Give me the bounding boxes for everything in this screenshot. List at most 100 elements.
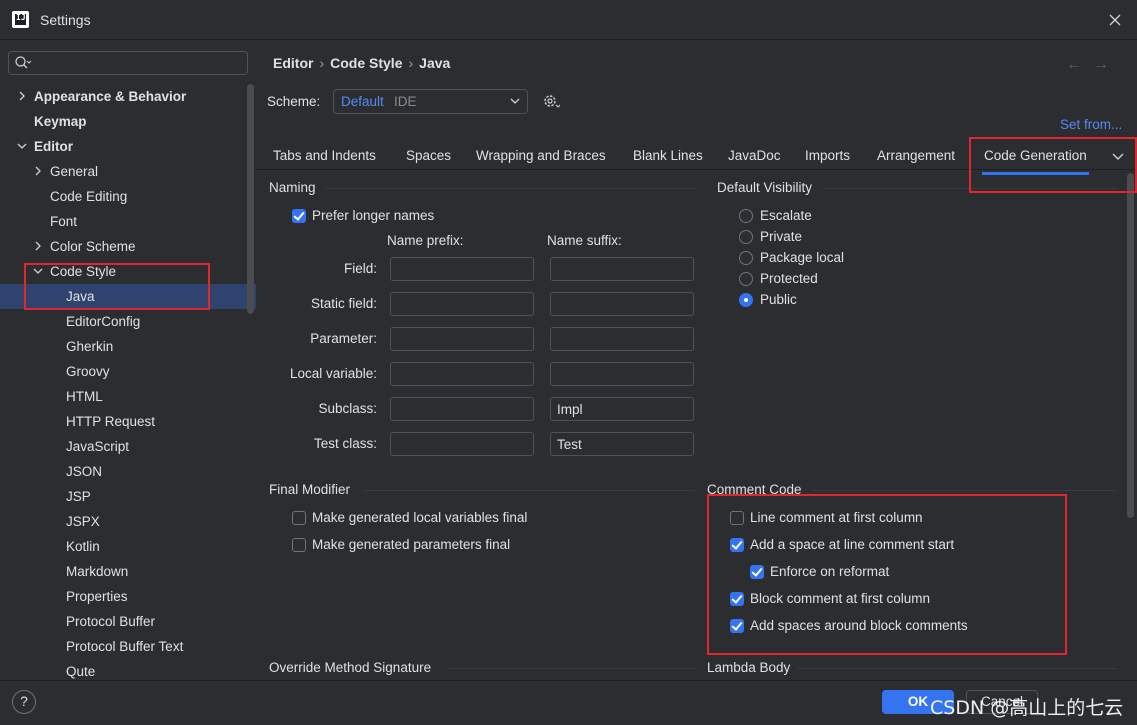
parameter-suffix-input[interactable] [550, 327, 694, 351]
field-suffix-input[interactable] [550, 257, 694, 281]
sidebar-item-code-editing[interactable]: Code Editing [0, 184, 256, 209]
sidebar-item-jspx[interactable]: JSPX [0, 509, 256, 534]
breadcrumb-separator: › [408, 55, 414, 71]
chevron-right-icon[interactable] [33, 166, 43, 176]
static-field-prefix-input[interactable] [390, 292, 534, 316]
test-class-label: Test class: [313, 436, 377, 451]
subclass-prefix-input[interactable] [390, 397, 534, 421]
breadcrumb-item[interactable]: Editor [273, 55, 313, 71]
sidebar-item-appearance-behavior[interactable]: Appearance & Behavior [0, 84, 256, 109]
back-arrow-icon[interactable]: ← [1066, 56, 1082, 74]
sidebar-scrollbar[interactable] [247, 84, 254, 314]
radio-circle [739, 209, 753, 223]
help-button[interactable]: ? [12, 690, 36, 714]
subclass-suffix-input[interactable] [550, 397, 694, 421]
override-method-signature-title: Override Method Signature [269, 660, 432, 675]
sidebar-item-markdown[interactable]: Markdown [0, 559, 256, 584]
chevron-down-icon [510, 98, 520, 104]
radio-label: Public [760, 292, 797, 307]
sidebar-item-jsp[interactable]: JSP [0, 484, 256, 509]
sidebar-item-label: Properties [66, 589, 128, 604]
sidebar-item-label: Groovy [66, 364, 110, 379]
sidebar-item-http-request[interactable]: HTTP Request [0, 409, 256, 434]
sidebar-item-label: JSON [66, 464, 103, 479]
tab-blank-lines[interactable]: Blank Lines [633, 148, 703, 163]
name-prefix-header: Name prefix: [387, 233, 464, 248]
sidebar-item-label: Kotlin [66, 539, 100, 554]
tab-arrangement[interactable]: Arrangement [877, 148, 955, 163]
checkbox-box [292, 209, 306, 223]
watermark-text: CSDN @高山上的七云 [930, 697, 1124, 719]
highlight-box-code-generation [969, 137, 1137, 193]
sidebar-item-gherkin[interactable]: Gherkin [0, 334, 256, 359]
chevron-down-icon[interactable] [17, 141, 27, 151]
sidebar-item-label: Gherkin [66, 339, 114, 354]
tab-spaces[interactable]: Spaces [406, 148, 451, 163]
tab-javadoc[interactable]: JavaDoc [728, 148, 781, 163]
scheme-dropdown[interactable]: Default IDE [333, 89, 528, 114]
tab-wrapping-and-braces[interactable]: Wrapping and Braces [476, 148, 606, 163]
sidebar-item-protocol-buffer[interactable]: Protocol Buffer [0, 609, 256, 634]
sidebar-item-json[interactable]: JSON [0, 459, 256, 484]
default-visibility-title: Default Visibility [717, 180, 813, 195]
sidebar-item-label: JavaScript [66, 439, 130, 454]
sidebar-item-properties[interactable]: Properties [0, 584, 256, 609]
sidebar-item-javascript[interactable]: JavaScript [0, 434, 256, 459]
sidebar-item-keymap[interactable]: Keymap [0, 109, 256, 134]
local-variable-prefix-input[interactable] [390, 362, 534, 386]
parameter-prefix-input[interactable] [390, 327, 534, 351]
sidebar-item-label: HTTP Request [66, 414, 156, 429]
local-variable-suffix-input[interactable] [550, 362, 694, 386]
sidebar-item-label: Editor [34, 139, 73, 154]
test-class-prefix-input[interactable] [390, 432, 534, 456]
content-scrollbar[interactable] [1127, 173, 1134, 518]
static-field-label: Static field: [310, 296, 377, 311]
scheme-actions-button[interactable] [541, 92, 561, 113]
radio-circle [739, 272, 753, 286]
settings-search-input[interactable] [8, 51, 248, 75]
sidebar-item-groovy[interactable]: Groovy [0, 359, 256, 384]
sidebar-item-label: General [50, 164, 99, 179]
highlight-box-comment-code [707, 494, 1067, 655]
field-prefix-input[interactable] [390, 257, 534, 281]
radio-circle [739, 230, 753, 244]
checkbox-label: Make generated local variables final [312, 510, 528, 525]
close-button[interactable] [1103, 8, 1127, 32]
tab-imports[interactable]: Imports [805, 148, 850, 163]
radio-circle [739, 251, 753, 265]
set-from-link[interactable]: Set from... [1060, 117, 1122, 132]
scheme-label: Scheme: [267, 94, 321, 109]
sidebar-item-editorconfig[interactable]: EditorConfig [0, 309, 256, 334]
sidebar-item-color-scheme[interactable]: Color Scheme [0, 234, 256, 259]
sidebar-item-label: Appearance & Behavior [34, 89, 187, 104]
radio-label: Package local [760, 250, 845, 265]
sidebar-item-protocol-buffer-text[interactable]: Protocol Buffer Text [0, 634, 256, 659]
sidebar-item-html[interactable]: HTML [0, 384, 256, 409]
scheme-type: IDE [394, 94, 417, 109]
divider [812, 490, 1118, 491]
static-field-suffix-input[interactable] [550, 292, 694, 316]
sidebar-item-label: JSP [66, 489, 91, 504]
scheme-name: Default [341, 94, 384, 109]
divider [798, 668, 1118, 669]
sidebar-item-label: Code Editing [50, 189, 128, 204]
chevron-right-icon[interactable] [17, 91, 27, 101]
search-icon [15, 56, 32, 69]
tab-tabs-and-indents[interactable]: Tabs and Indents [273, 148, 376, 163]
name-suffix-header: Name suffix: [547, 233, 622, 248]
checkbox-box [292, 511, 306, 525]
sidebar-item-kotlin[interactable]: Kotlin [0, 534, 256, 559]
sidebar-item-label: Markdown [66, 564, 129, 579]
radio-circle [739, 293, 753, 307]
sidebar-item-label: Color Scheme [50, 239, 136, 254]
field-label: Field: [343, 261, 377, 276]
forward-arrow-icon[interactable]: → [1093, 56, 1109, 74]
chevron-right-icon[interactable] [33, 241, 43, 251]
sidebar-item-label: Protocol Buffer Text [66, 639, 184, 654]
sidebar-item-font[interactable]: Font [0, 209, 256, 234]
sidebar-item-general[interactable]: General [0, 159, 256, 184]
lambda-body-title: Lambda Body [707, 660, 791, 675]
test-class-suffix-input[interactable] [550, 432, 694, 456]
sidebar-item-editor[interactable]: Editor [0, 134, 256, 159]
breadcrumb-item[interactable]: Code Style [330, 55, 402, 71]
